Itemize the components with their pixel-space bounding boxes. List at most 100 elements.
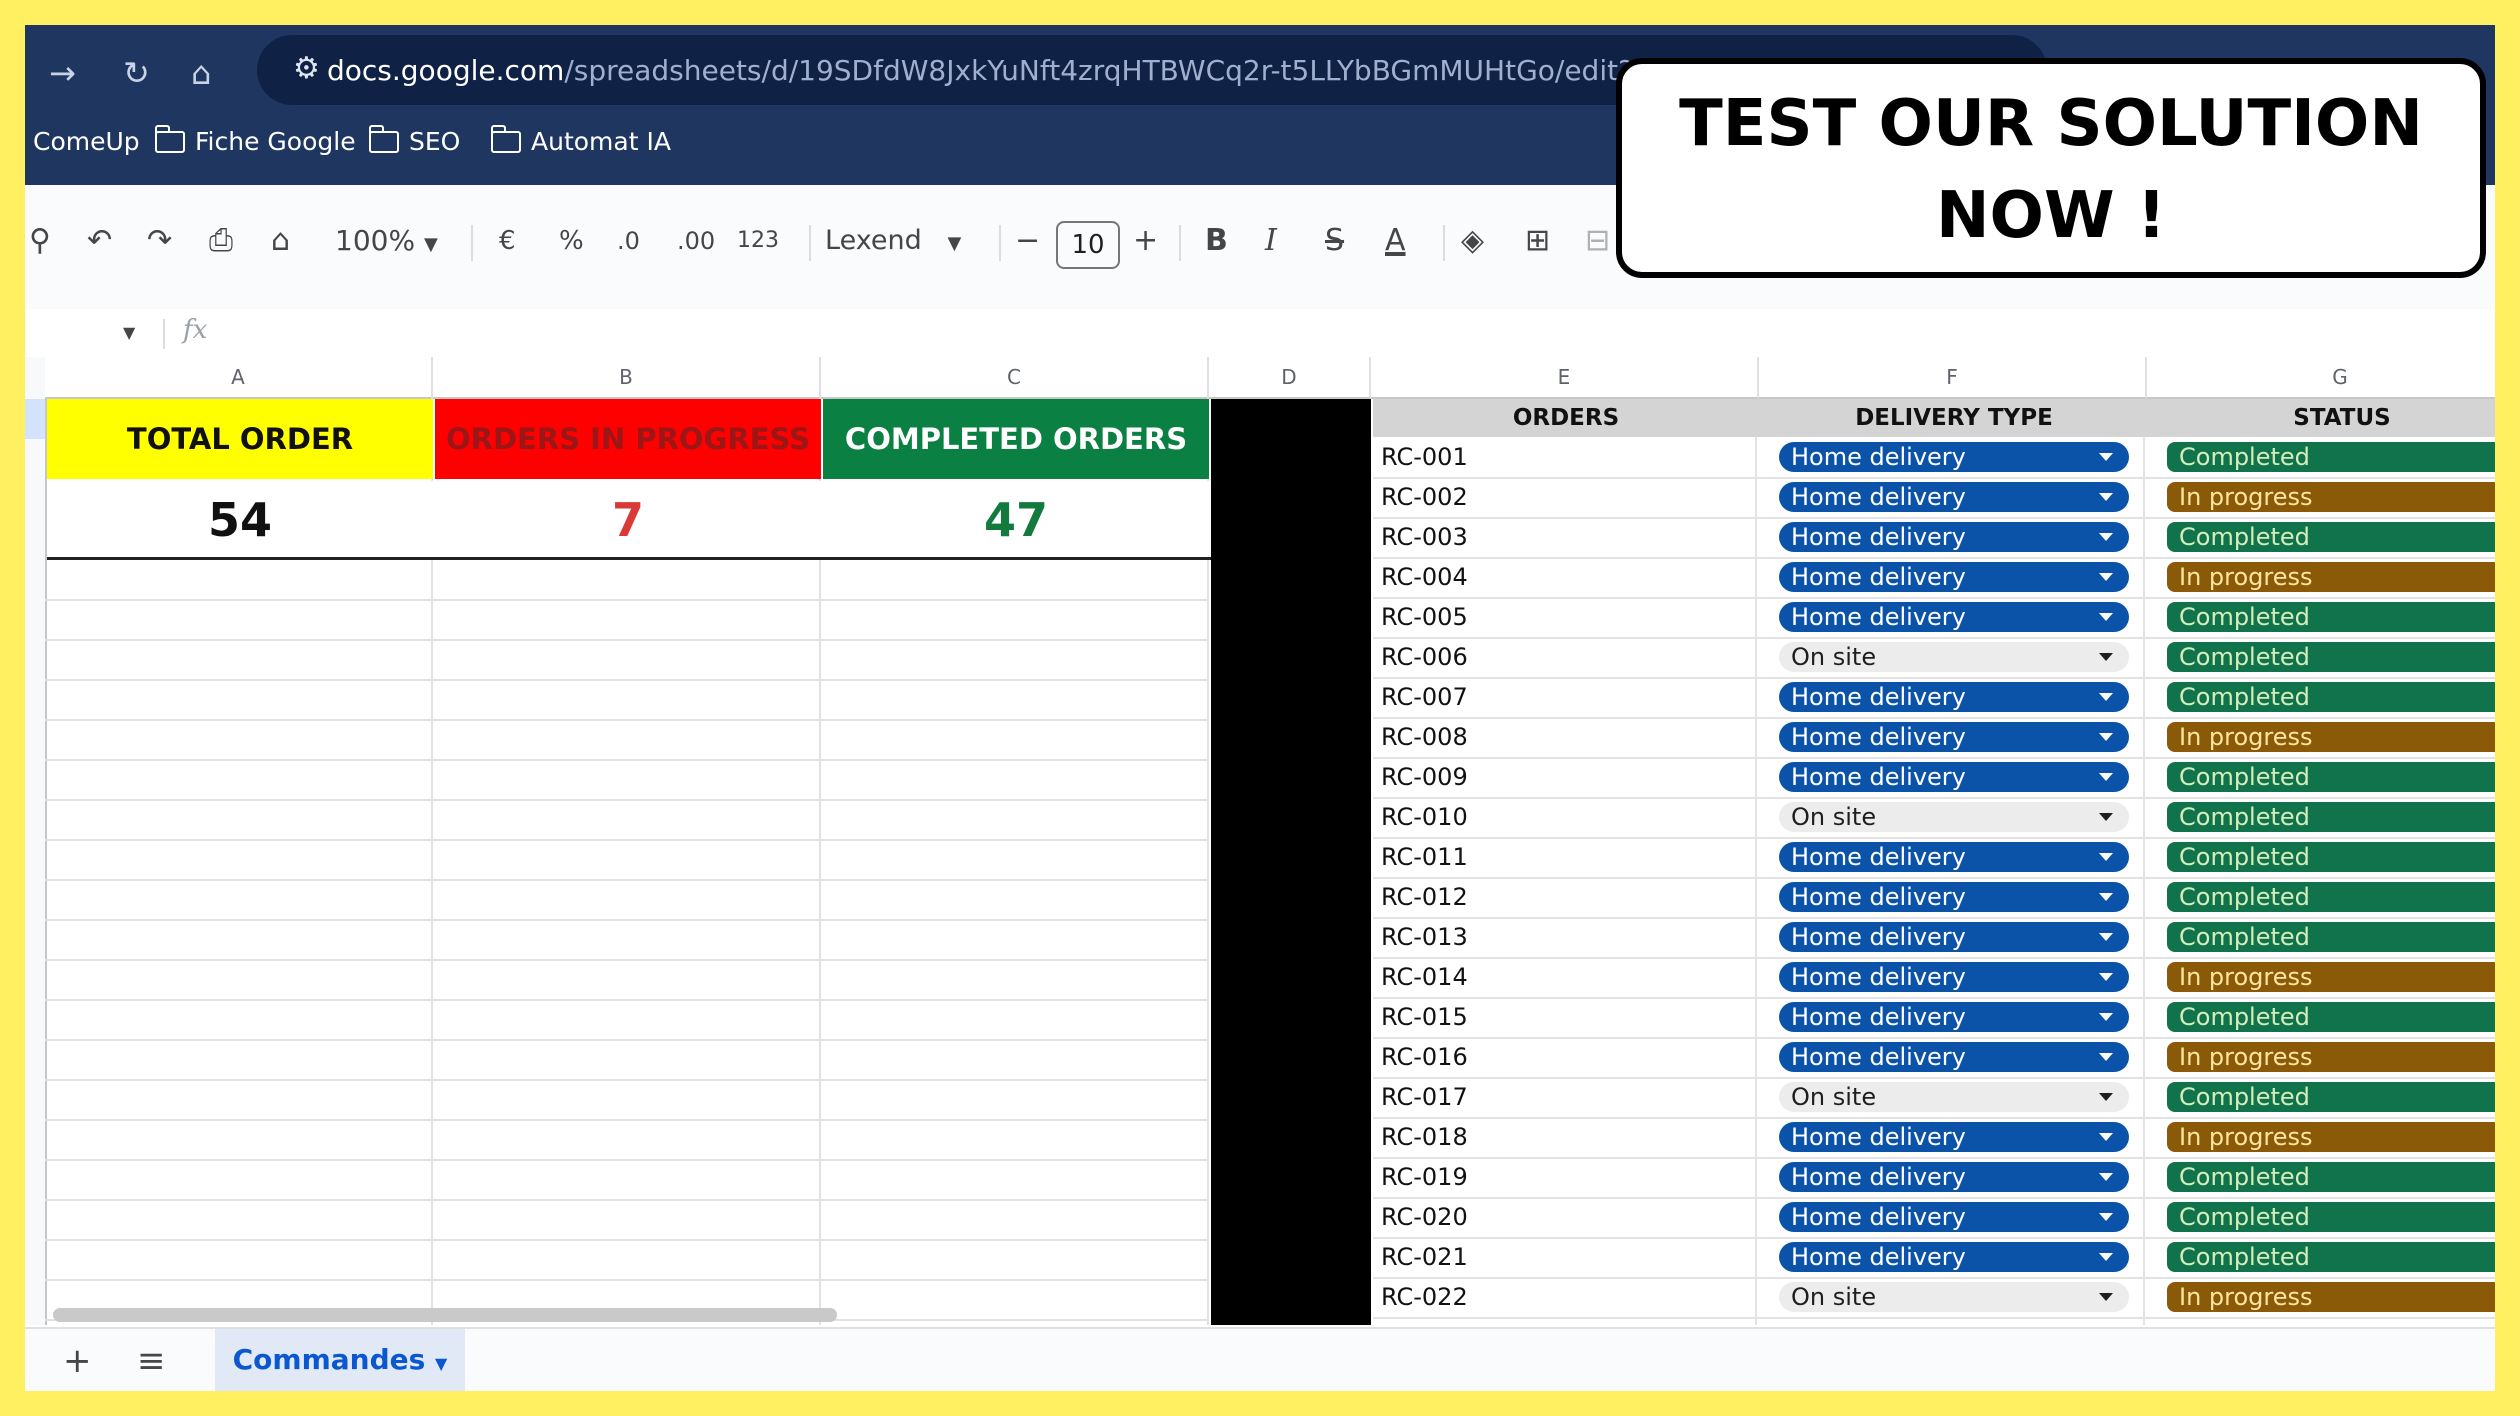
fill-color-icon[interactable]: ◈: [1461, 221, 1484, 261]
sheet-tab-commandes[interactable]: Commandes ▼: [215, 1329, 465, 1391]
completed-orders-header[interactable]: COMPLETED ORDERS: [823, 399, 1209, 479]
status-dropdown[interactable]: Completed: [2167, 1002, 2495, 1032]
bookmark-fiche-google[interactable]: Fiche Google: [154, 124, 356, 156]
status-dropdown[interactable]: In progress: [2167, 1282, 2495, 1312]
status-dropdown[interactable]: Completed: [2167, 1162, 2495, 1192]
column-header-g[interactable]: G: [2147, 357, 2495, 399]
status-dropdown[interactable]: In progress: [2167, 482, 2495, 512]
delivery-type-dropdown[interactable]: Home delivery: [1779, 562, 2129, 592]
delivery-type-dropdown[interactable]: Home delivery: [1779, 522, 2129, 552]
url-text[interactable]: docs.google.com/spreadsheets/d/19SDfdW8J…: [327, 54, 1826, 87]
status-dropdown[interactable]: Completed: [2167, 1082, 2495, 1112]
delivery-type-dropdown[interactable]: Home delivery: [1779, 842, 2129, 872]
order-id[interactable]: RC-011: [1381, 837, 1468, 877]
status-dropdown[interactable]: Completed: [2167, 882, 2495, 912]
name-box-chevron-icon[interactable]: ▼: [123, 323, 135, 342]
formula-input[interactable]: [215, 313, 2475, 353]
status-column-title[interactable]: STATUS: [2149, 399, 2495, 437]
order-id[interactable]: RC-003: [1381, 517, 1468, 557]
column-header-c[interactable]: C: [821, 357, 1209, 399]
decrease-decimals-button[interactable]: .0: [617, 221, 640, 261]
status-dropdown[interactable]: Completed: [2167, 1202, 2495, 1232]
borders-icon[interactable]: ⊞: [1525, 221, 1550, 261]
italic-button[interactable]: I: [1265, 221, 1277, 261]
delivery-type-dropdown[interactable]: On site: [1779, 1282, 2129, 1312]
orders-column-title[interactable]: ORDERS: [1373, 399, 1759, 437]
delivery-type-dropdown[interactable]: On site: [1779, 1082, 2129, 1112]
add-sheet-icon[interactable]: +: [63, 1341, 92, 1381]
status-dropdown[interactable]: Completed: [2167, 602, 2495, 632]
order-id[interactable]: RC-001: [1381, 437, 1468, 477]
status-dropdown[interactable]: Completed: [2167, 842, 2495, 872]
search-menus-icon[interactable]: ⚲: [29, 221, 51, 261]
text-color-button[interactable]: A: [1385, 221, 1406, 261]
delivery-type-dropdown[interactable]: Home delivery: [1779, 762, 2129, 792]
total-order-header[interactable]: TOTAL ORDER: [47, 399, 433, 479]
delivery-type-dropdown[interactable]: Home delivery: [1779, 1042, 2129, 1072]
order-id[interactable]: RC-018: [1381, 1117, 1468, 1157]
column-header-d[interactable]: D: [1209, 357, 1371, 399]
undo-icon[interactable]: ↶: [87, 221, 112, 261]
horizontal-scrollbar[interactable]: [53, 1308, 837, 1322]
zoom-select[interactable]: 100% ▼: [335, 221, 438, 265]
cta-banner[interactable]: TEST OUR SOLUTION NOW !: [1616, 58, 2486, 278]
merge-cells-icon[interactable]: ⊟: [1585, 221, 1610, 261]
status-dropdown[interactable]: In progress: [2167, 562, 2495, 592]
site-settings-icon[interactable]: ⚙: [293, 51, 320, 86]
home-icon[interactable]: ⌂: [191, 55, 211, 91]
selected-row-header[interactable]: [25, 399, 45, 439]
order-id[interactable]: RC-020: [1381, 1197, 1468, 1237]
delivery-type-dropdown[interactable]: Home delivery: [1779, 1202, 2129, 1232]
decrease-font-size-icon[interactable]: −: [1015, 221, 1040, 261]
order-id[interactable]: RC-017: [1381, 1077, 1468, 1117]
increase-decimals-button[interactable]: .00: [677, 221, 715, 261]
status-dropdown[interactable]: In progress: [2167, 722, 2495, 752]
order-id[interactable]: RC-022: [1381, 1277, 1468, 1317]
orders-in-progress-value[interactable]: 7: [435, 481, 821, 559]
currency-button[interactable]: €: [499, 221, 516, 261]
order-id[interactable]: RC-015: [1381, 997, 1468, 1037]
status-dropdown[interactable]: Completed: [2167, 922, 2495, 952]
status-dropdown[interactable]: Completed: [2167, 522, 2495, 552]
paint-format-icon[interactable]: ⌂: [271, 221, 290, 261]
delivery-type-dropdown[interactable]: Home delivery: [1779, 682, 2129, 712]
delivery-type-dropdown[interactable]: Home delivery: [1779, 922, 2129, 952]
bookmark-comeup[interactable]: ComeUp: [33, 127, 140, 156]
order-id[interactable]: RC-012: [1381, 877, 1468, 917]
status-dropdown[interactable]: In progress: [2167, 1042, 2495, 1072]
delivery-type-dropdown[interactable]: Home delivery: [1779, 442, 2129, 472]
percent-button[interactable]: %: [559, 221, 584, 261]
number-format-button[interactable]: 123: [737, 221, 779, 261]
forward-icon[interactable]: →: [49, 55, 76, 91]
order-id[interactable]: RC-007: [1381, 677, 1468, 717]
delivery-type-dropdown[interactable]: Home delivery: [1779, 1002, 2129, 1032]
order-id[interactable]: RC-002: [1381, 477, 1468, 517]
completed-orders-value[interactable]: 47: [823, 481, 1209, 559]
status-dropdown[interactable]: In progress: [2167, 962, 2495, 992]
total-order-value[interactable]: 54: [47, 481, 433, 559]
status-dropdown[interactable]: Completed: [2167, 802, 2495, 832]
status-dropdown[interactable]: Completed: [2167, 762, 2495, 792]
status-dropdown[interactable]: Completed: [2167, 682, 2495, 712]
orders-in-progress-header[interactable]: ORDERS IN PROGRESS: [435, 399, 821, 479]
delivery-type-dropdown[interactable]: Home delivery: [1779, 1162, 2129, 1192]
order-id[interactable]: RC-010: [1381, 797, 1468, 837]
column-header-f[interactable]: F: [1759, 357, 2147, 399]
delivery-type-dropdown[interactable]: Home delivery: [1779, 1122, 2129, 1152]
delivery-type-dropdown[interactable]: Home delivery: [1779, 882, 2129, 912]
order-id[interactable]: RC-008: [1381, 717, 1468, 757]
delivery-type-dropdown[interactable]: Home delivery: [1779, 962, 2129, 992]
all-sheets-icon[interactable]: ≡: [137, 1341, 166, 1381]
order-id[interactable]: RC-006: [1381, 637, 1468, 677]
redo-icon[interactable]: ↷: [147, 221, 172, 261]
print-icon[interactable]: ⎙: [209, 221, 233, 261]
order-id[interactable]: RC-004: [1381, 557, 1468, 597]
bold-button[interactable]: B: [1205, 221, 1228, 261]
delivery-type-dropdown[interactable]: Home delivery: [1779, 602, 2129, 632]
bookmark-automat-ia[interactable]: Automat IA: [490, 124, 671, 156]
column-header-b[interactable]: B: [433, 357, 821, 399]
delivery-type-dropdown[interactable]: On site: [1779, 802, 2129, 832]
status-dropdown[interactable]: In progress: [2167, 1122, 2495, 1152]
font-size-input[interactable]: 10: [1056, 221, 1120, 269]
order-id[interactable]: RC-009: [1381, 757, 1468, 797]
